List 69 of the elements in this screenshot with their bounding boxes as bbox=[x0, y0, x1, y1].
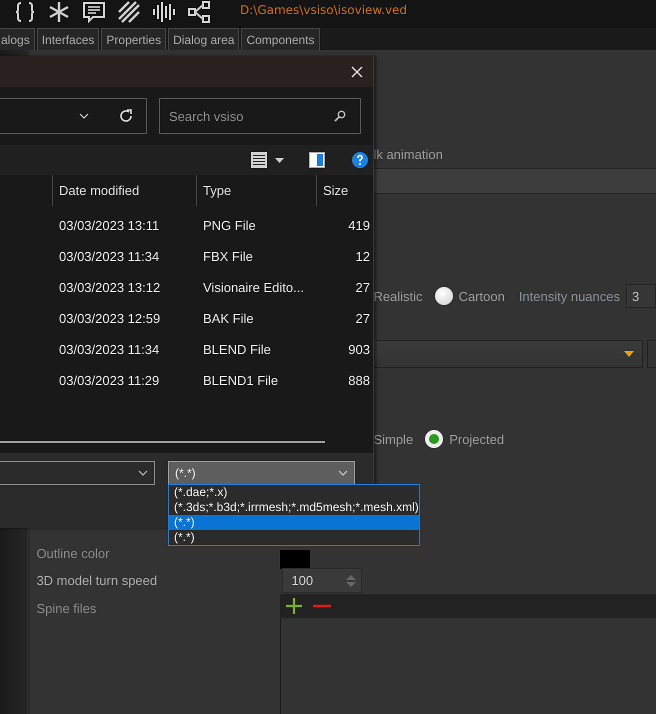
search-field[interactable]: Search vsiso bbox=[159, 98, 361, 134]
file-name-field[interactable] bbox=[0, 461, 155, 485]
date-cell-text: 03/03/2023 13:12 bbox=[58, 280, 162, 295]
outline-color-label: Outline color bbox=[36, 545, 110, 563]
radio-label: Cartoon bbox=[458, 288, 505, 304]
tab[interactable]: alogs bbox=[0, 28, 35, 50]
size-cell-text: 888 bbox=[347, 373, 371, 388]
help-icon[interactable] bbox=[352, 152, 368, 168]
date-cell-text: 03/03/2023 11:29 bbox=[58, 373, 160, 388]
type-cell-text: Visionaire Edito... bbox=[202, 280, 305, 295]
date-cell-text: 03/03/2023 13:11 bbox=[58, 218, 160, 233]
tab[interactable]: Interfaces bbox=[36, 28, 100, 50]
tab[interactable]: Properties bbox=[101, 28, 166, 50]
type-cell-text: FBX File bbox=[202, 249, 254, 264]
spine-files-label: Spine files bbox=[36, 600, 98, 618]
comment-icon[interactable] bbox=[82, 1, 106, 23]
turn-speed-label: 3D model turn speed bbox=[36, 572, 158, 590]
list-view-icon[interactable] bbox=[251, 152, 267, 168]
date-cell-text: 03/03/2023 11:34 bbox=[58, 249, 160, 264]
type-cell-text: PNG File bbox=[202, 218, 257, 233]
size-cell-text: 903 bbox=[347, 342, 371, 357]
color-swatch[interactable] bbox=[280, 550, 310, 569]
tab[interactable]: Components bbox=[241, 28, 320, 50]
intensity-label: Intensity nuances bbox=[518, 288, 620, 304]
file-type-option[interactable]: (*.*) bbox=[169, 515, 419, 530]
type-cell-text: BLEND File bbox=[202, 342, 272, 357]
column-header[interactable]: Size bbox=[316, 175, 373, 206]
close-icon[interactable] bbox=[351, 66, 363, 78]
file-type-option[interactable]: (*.*) bbox=[169, 530, 419, 545]
refresh-icon[interactable] bbox=[119, 109, 133, 123]
walk-animation-label: lk animation bbox=[373, 147, 444, 163]
intensity-field[interactable]: 3 bbox=[626, 284, 656, 308]
address-field[interactable] bbox=[0, 98, 147, 134]
date-cell-text: 03/03/2023 12:59 bbox=[58, 311, 162, 326]
type-cell-text: BLEND1 File bbox=[202, 373, 280, 388]
turn-speed-field[interactable]: 100 bbox=[282, 568, 362, 593]
type-cell-text: BAK File bbox=[202, 311, 255, 326]
radio-label: Projected bbox=[449, 432, 504, 446]
nodes-icon[interactable] bbox=[188, 1, 210, 23]
chevron-down-icon bbox=[338, 470, 348, 476]
column-header[interactable]: Type bbox=[196, 175, 316, 206]
size-cell-text: 12 bbox=[354, 249, 371, 264]
tab[interactable]: Dialog area bbox=[168, 28, 240, 50]
size-cell-text: 27 bbox=[354, 311, 371, 326]
preview-pane-icon[interactable] bbox=[309, 152, 325, 168]
file-type-option[interactable]: (*.dae;*.x) bbox=[169, 485, 419, 500]
radio-label: Realistic bbox=[373, 288, 423, 304]
radio-button[interactable] bbox=[425, 430, 444, 448]
project-path: D:\Games\vsiso\isoview.ved bbox=[240, 3, 408, 17]
spinner-arrows-icon bbox=[346, 574, 356, 588]
add-icon[interactable] bbox=[285, 597, 304, 615]
hatching-icon[interactable] bbox=[118, 1, 140, 23]
file-type-dropdown[interactable]: (*.*) bbox=[168, 461, 355, 485]
column-header[interactable]: Date modified bbox=[52, 175, 196, 206]
scrollbar[interactable] bbox=[0, 441, 325, 443]
size-cell-text: 419 bbox=[347, 218, 371, 233]
caret-icon[interactable] bbox=[275, 158, 284, 162]
chevron-down-icon bbox=[138, 470, 148, 476]
search-icon bbox=[334, 110, 346, 122]
date-cell-text: 03/03/2023 11:34 bbox=[58, 342, 160, 357]
radio-label: Simple bbox=[373, 432, 414, 446]
remove-icon[interactable] bbox=[313, 604, 332, 608]
chevron-down-icon[interactable] bbox=[79, 113, 89, 119]
waveform-icon[interactable] bbox=[152, 1, 176, 23]
caret-icon bbox=[624, 351, 634, 357]
radio-button[interactable] bbox=[434, 287, 453, 305]
file-type-option[interactable]: (*.3ds;*.b3d;*.irrmesh;*.md5mesh;*.mesh.xml) bbox=[169, 500, 419, 515]
size-cell-text: 27 bbox=[354, 280, 371, 295]
braces-icon[interactable] bbox=[14, 1, 36, 23]
